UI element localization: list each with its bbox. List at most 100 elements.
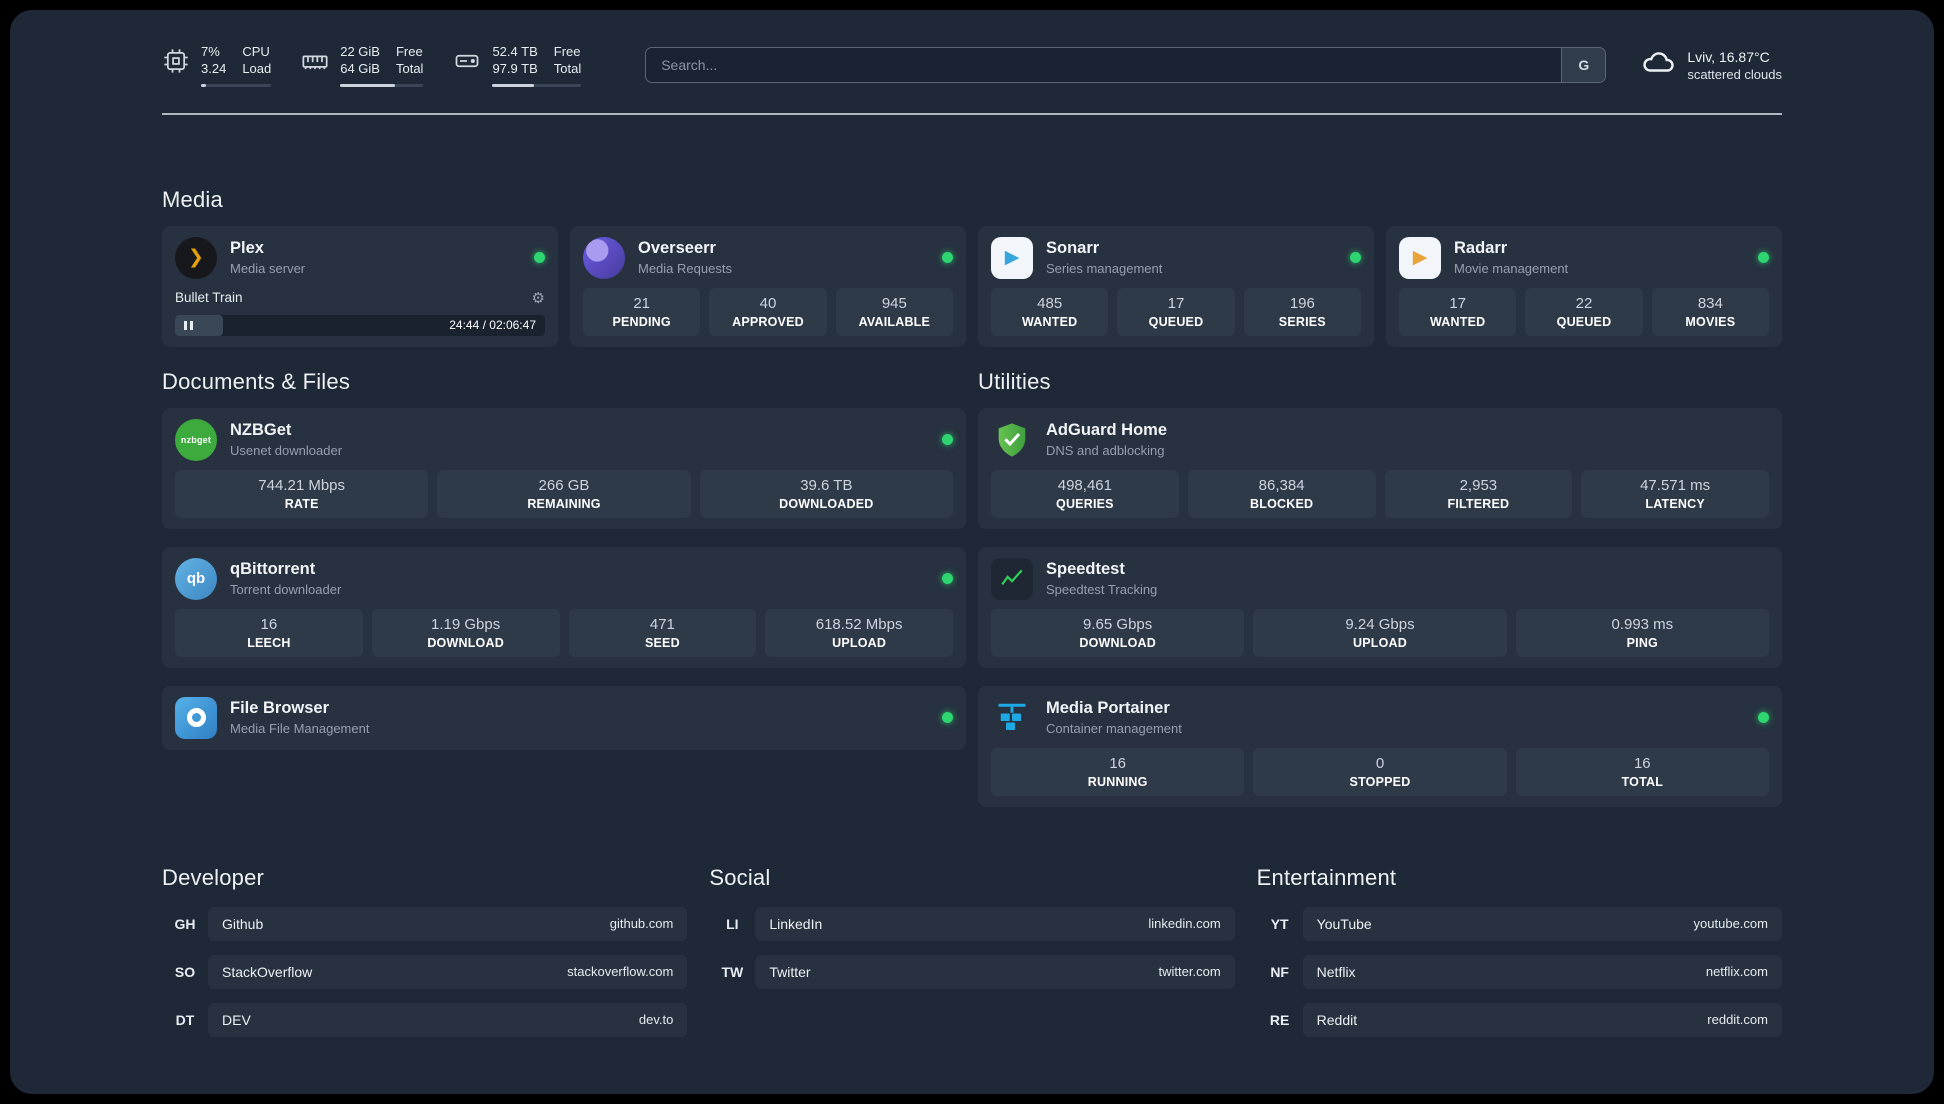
- bookmark-url: stackoverflow.com: [567, 964, 674, 980]
- app-card-overseerr[interactable]: Overseerr Media Requests 21 PENDING 40 A…: [570, 225, 966, 347]
- filebrowser-icon: [175, 696, 217, 739]
- bookmark-name: DEV: [222, 1011, 251, 1028]
- section-developer: Developer GH Github github.com SO StackO…: [162, 865, 688, 1051]
- search-input[interactable]: [646, 48, 1562, 83]
- bookmark-name: StackOverflow: [222, 963, 313, 980]
- search-engine-button[interactable]: G: [1561, 48, 1606, 83]
- disk-metric: 52.4 TB 97.9 TB Free Total: [453, 44, 582, 87]
- bookmark-abbr: RE: [1269, 1011, 1290, 1028]
- stat-blocked: 86,384 BLOCKED: [1187, 469, 1376, 518]
- disk-total-value: 97.9 TB: [492, 60, 538, 76]
- nzbget-icon: nzbget: [175, 418, 217, 461]
- bookmark-linkedin[interactable]: LI LinkedIn linkedin.com: [709, 906, 1235, 941]
- section-title-entertainment: Entertainment: [1256, 864, 1397, 890]
- stat-remaining: 266 GB REMAINING: [437, 469, 691, 518]
- ram-metric: 22 GiB 64 GiB Free Total: [301, 44, 424, 87]
- app-name: Sonarr: [1046, 239, 1100, 258]
- stat-approved: 40 APPROVED: [709, 287, 827, 336]
- disk-icon: [453, 47, 481, 80]
- cpu-metric: 7% 3.24 CPU Load: [162, 44, 272, 87]
- qbittorrent-icon: qb: [175, 557, 217, 600]
- weather-location: Lviv, 16.87°C: [1687, 48, 1770, 65]
- app-card-filebrowser[interactable]: File Browser Media File Management: [162, 685, 966, 750]
- app-card-radarr[interactable]: ▶ Radarr Movie management 17 WANTED 22 Q…: [1386, 225, 1782, 347]
- cpu-percent: 7%: [201, 44, 220, 59]
- plex-progress-bar[interactable]: 24:44 / 02:06:47: [175, 314, 545, 336]
- status-dot: [534, 252, 545, 264]
- section-title-social: Social: [709, 864, 771, 890]
- bookmark-url: github.com: [609, 916, 674, 932]
- app-name: Speedtest: [1046, 560, 1125, 579]
- ram-total-value: 64 GiB: [340, 60, 380, 76]
- bookmark-stackoverflow[interactable]: SO StackOverflow stackoverflow.com: [162, 954, 688, 989]
- app-name: Overseerr: [638, 239, 716, 258]
- cpu-icon: [162, 47, 190, 80]
- bookmark-abbr: NF: [1270, 963, 1289, 980]
- bookmark-reddit[interactable]: RE Reddit reddit.com: [1257, 1002, 1782, 1037]
- overseerr-icon: [583, 236, 625, 279]
- bookmark-youtube[interactable]: YT YouTube youtube.com: [1257, 906, 1782, 941]
- app-card-qbittorrent[interactable]: qb qBittorrent Torrent downloader 16 LEE…: [162, 546, 966, 668]
- topbar: 7% 3.24 CPU Load 22 GiB 64 GiB Free Tota…: [162, 44, 1782, 87]
- stat-available: 945 AVAILABLE: [835, 287, 953, 336]
- bookmark-name: YouTube: [1316, 915, 1372, 932]
- status-dot: [1758, 252, 1769, 264]
- ram-free-value: 22 GiB: [340, 44, 380, 59]
- app-name: AdGuard Home: [1046, 421, 1168, 440]
- playback-time: 24:44 / 02:06:47: [449, 318, 536, 333]
- bookmark-name: LinkedIn: [769, 915, 823, 932]
- cloud-icon: [1640, 45, 1676, 86]
- adguard-shield-icon: [991, 419, 1033, 461]
- app-card-speedtest[interactable]: Speedtest Speedtest Tracking 9.65 Gbps D…: [978, 546, 1782, 668]
- stat-filtered: 2,953 FILTERED: [1384, 469, 1573, 518]
- stat-upload: 618.52 Mbps UPLOAD: [765, 608, 953, 657]
- stat-movies: 834 MOVIES: [1651, 287, 1769, 336]
- now-playing-title: Bullet Train: [175, 290, 243, 306]
- bookmark-name: Github: [222, 915, 264, 932]
- stat-stopped: 0 STOPPED: [1253, 747, 1507, 796]
- app-desc: Usenet downloader: [230, 443, 343, 459]
- section-title-utilities: Utilities: [978, 368, 1051, 394]
- app-desc: DNS and adblocking: [1046, 443, 1165, 459]
- portainer-icon: [991, 697, 1033, 739]
- pause-icon[interactable]: [184, 315, 193, 336]
- bookmark-url: youtube.com: [1693, 916, 1768, 932]
- topbar-divider: [162, 112, 1782, 115]
- bookmark-abbr: LI: [726, 915, 739, 932]
- app-name: File Browser: [230, 699, 330, 718]
- section-entertainment: Entertainment YT YouTube youtube.com NF …: [1257, 865, 1782, 1051]
- cpu-load-label: Load: [242, 60, 272, 76]
- app-card-sonarr[interactable]: ▶ Sonarr Series management 485 WANTED 17…: [978, 225, 1374, 347]
- bookmark-url: reddit.com: [1707, 1012, 1768, 1028]
- stat-upload: 9.24 Gbps UPLOAD: [1253, 608, 1507, 657]
- stat-leech: 16 LEECH: [175, 608, 363, 657]
- bookmark-abbr: YT: [1270, 915, 1289, 932]
- app-card-adguard[interactable]: AdGuard Home DNS and adblocking 498,461 …: [978, 407, 1782, 529]
- gear-icon[interactable]: ⚙: [532, 289, 545, 307]
- app-card-plex[interactable]: ❯ Plex Media server Bullet Train ⚙ 24:44…: [162, 225, 558, 347]
- bookmark-netflix[interactable]: NF Netflix netflix.com: [1257, 954, 1782, 989]
- stat-running: 16 RUNNING: [991, 747, 1245, 796]
- app-name: Plex: [230, 239, 264, 258]
- bookmark-github[interactable]: GH Github github.com: [162, 906, 688, 941]
- section-title-media: Media: [162, 186, 223, 212]
- bookmark-twitter[interactable]: TW Twitter twitter.com: [709, 954, 1235, 989]
- bookmark-url: netflix.com: [1705, 964, 1768, 980]
- app-card-portainer[interactable]: Media Portainer Container management 16 …: [978, 685, 1782, 807]
- stat-download: 9.65 Gbps DOWNLOAD: [991, 608, 1245, 657]
- section-media: Media ❯ Plex Media server Bullet Train ⚙: [162, 187, 1782, 347]
- bookmark-url: twitter.com: [1158, 964, 1221, 980]
- app-desc: Container management: [1046, 721, 1182, 737]
- bookmark-dev[interactable]: DT DEV dev.to: [162, 1002, 688, 1037]
- app-desc: Media server: [230, 261, 306, 277]
- stat-seed: 471 SEED: [568, 608, 757, 657]
- app-card-nzbget[interactable]: nzbget NZBGet Usenet downloader 744.21 M…: [162, 407, 966, 529]
- stat-latency: 47.571 ms LATENCY: [1581, 469, 1769, 518]
- status-dot: [942, 434, 953, 446]
- app-name: Media Portainer: [1046, 699, 1170, 718]
- bookmark-abbr: TW: [721, 963, 744, 980]
- app-desc: Speedtest Tracking: [1046, 582, 1158, 598]
- weather-widget: Lviv, 16.87°C scattered clouds: [1640, 45, 1782, 86]
- disk-progress-bar: [492, 83, 582, 87]
- section-title-documents: Documents & Files: [162, 368, 351, 394]
